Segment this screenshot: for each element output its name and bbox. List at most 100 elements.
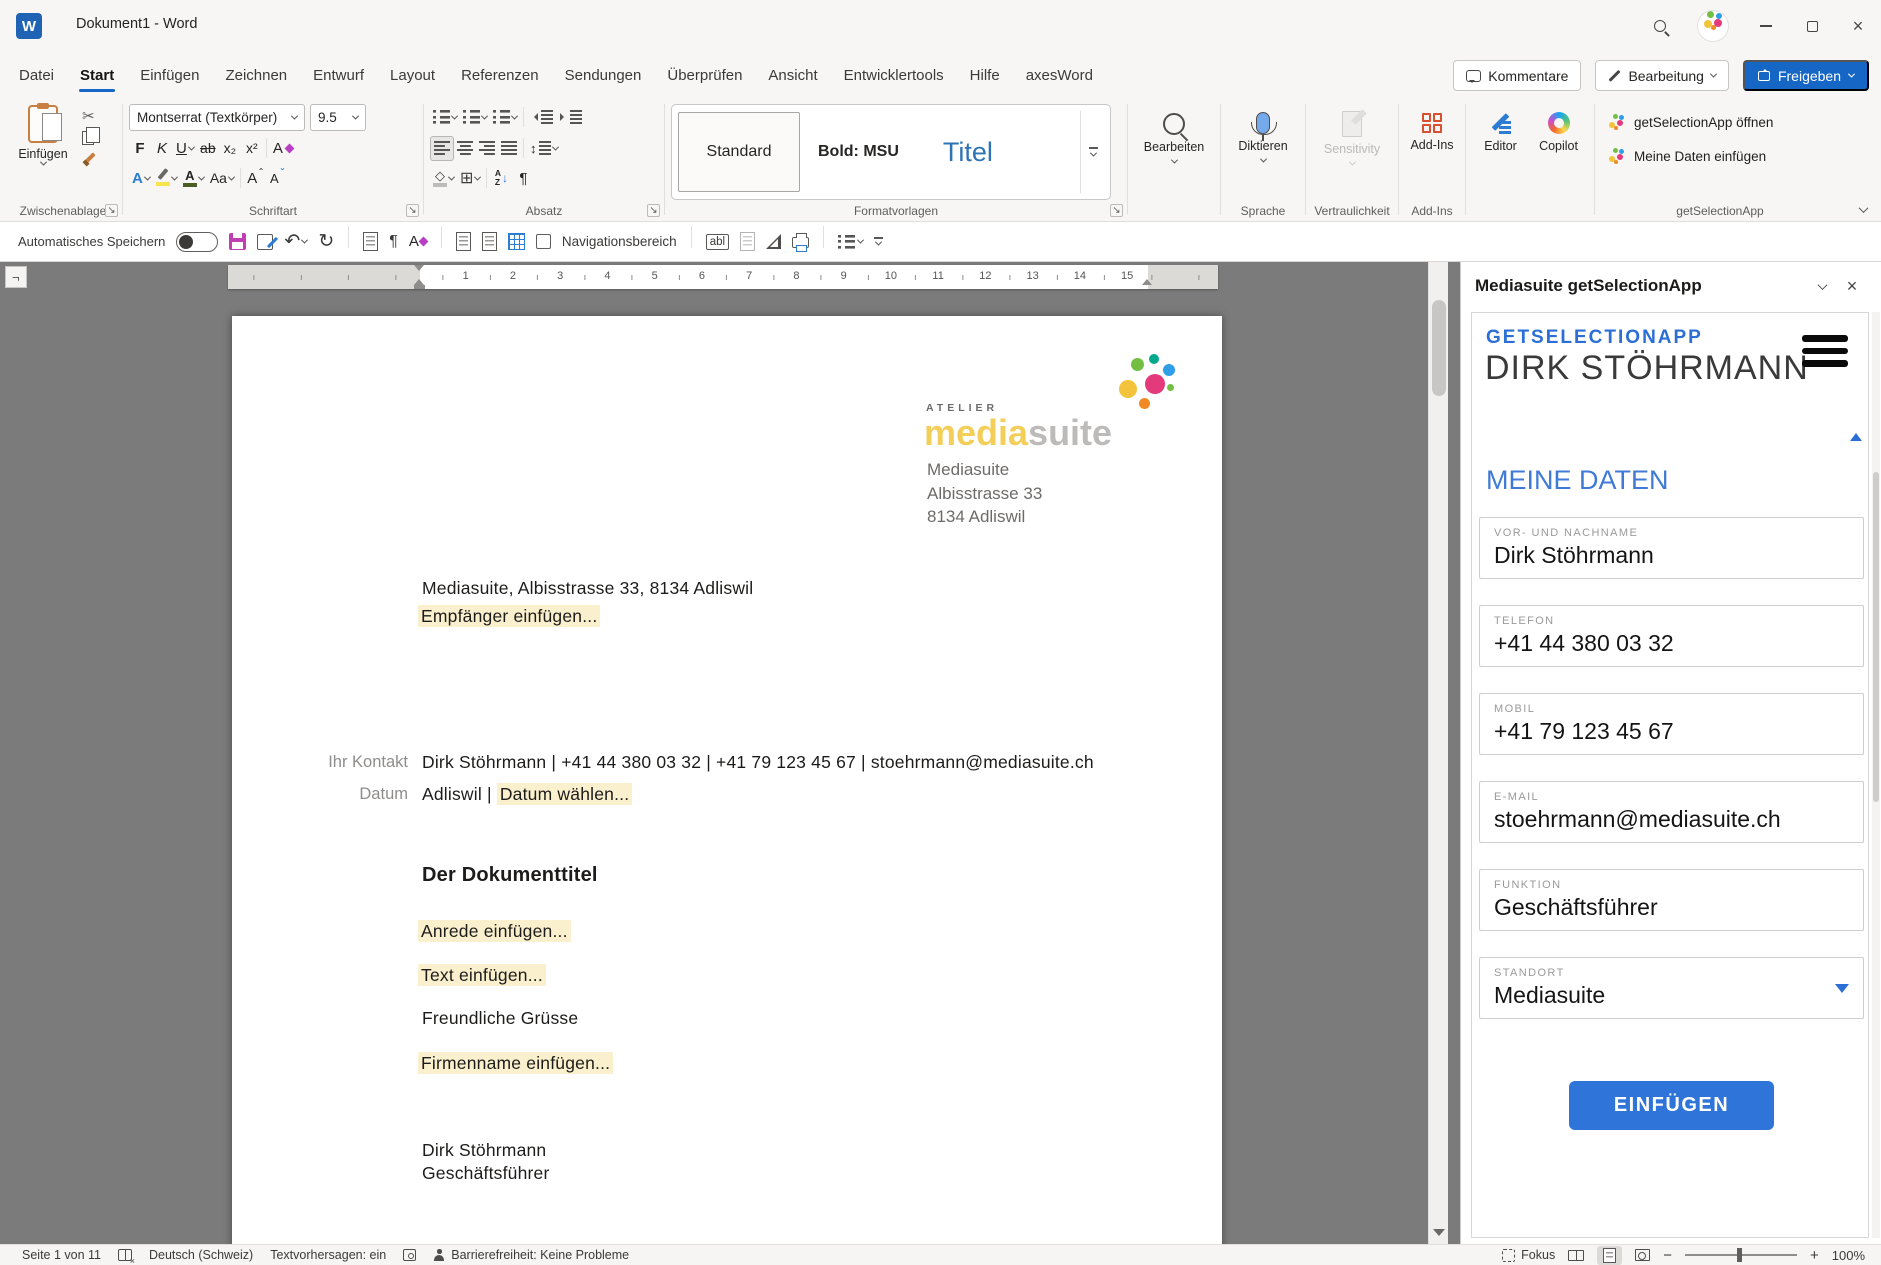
pilcrow-button[interactable]: ¶ [389,234,398,250]
date-line[interactable]: Adliswil | Datum wählen... [422,784,632,805]
shading-button[interactable]: ◇ [430,166,457,191]
getselectionapp-open-button[interactable]: getSelectionApp öffnen [1609,107,1839,137]
save-icon[interactable] [229,233,246,250]
editor-button[interactable]: Editor [1472,103,1529,153]
table-grid-icon[interactable] [508,233,525,250]
insert-my-data-button[interactable]: Meine Daten einfügen [1609,141,1839,171]
data-field-card[interactable]: VOR- UND NACHNAME Dirk Stöhrmann [1479,517,1864,579]
web-layout-button[interactable] [1635,1249,1650,1261]
page-settings-icon[interactable] [363,232,378,251]
ribbon-tab[interactable]: Entwurf [300,57,377,94]
list-style-button[interactable] [838,235,863,249]
proofing-icon[interactable] [118,1249,132,1261]
ribbon-tab[interactable]: Layout [377,57,448,94]
zoom-slider[interactable] [1685,1254,1797,1256]
clipboard-dialog-launcher[interactable]: ↘ [105,204,118,217]
accessibility-status[interactable]: Barrierefreiheit: Keine Probleme [433,1248,629,1262]
zoom-out-button[interactable]: − [1663,1247,1672,1264]
align-right-button[interactable] [476,136,498,161]
data-field-card[interactable]: E-MAIL stoehrmann@mediasuite.ch [1479,781,1864,843]
pane-close-button[interactable]: × [1837,276,1867,297]
format-painter-icon[interactable] [82,152,96,166]
scrollbar-thumb[interactable] [1873,472,1879,802]
print-layout-button[interactable] [1597,1246,1622,1265]
underline-button[interactable]: U [173,136,197,161]
grow-font-button[interactable]: Aˆ [244,166,266,191]
read-mode-button[interactable] [1568,1250,1584,1261]
ribbon-tab[interactable]: axesWord [1013,57,1106,94]
macro-recorder-icon[interactable] [403,1249,416,1261]
pane-collapse-button[interactable] [1807,283,1837,290]
dropdown-arrow-icon[interactable] [1835,984,1849,993]
focus-mode-button[interactable]: Fokus [1502,1248,1555,1262]
paste-button[interactable]: Einfügen [10,103,76,166]
data-field-card[interactable]: STANDORT Mediasuite [1479,957,1864,1019]
share-button[interactable]: Freigeben [1743,60,1869,91]
align-center-button[interactable] [454,136,476,161]
zoom-slider-thumb[interactable] [1737,1248,1742,1262]
justify-button[interactable] [498,136,520,161]
ribbon-tab[interactable]: Ansicht [755,57,830,94]
editing-button[interactable]: Bearbeiten [1134,103,1214,164]
document-page[interactable]: ATELIER mediasuite MediasuiteAlbisstrass… [232,316,1222,1244]
data-field-card[interactable]: TELEFON +41 44 380 03 32 [1479,605,1864,667]
style-bold-msu[interactable]: Bold: MSU [800,112,917,192]
language-indicator[interactable]: Deutsch (Schweiz) [149,1248,253,1262]
borders-button[interactable]: ⊞ [457,166,483,191]
menu-icon[interactable] [1802,335,1848,367]
clear-formatting-button[interactable]: A [409,233,427,250]
ribbon-tab[interactable]: Entwicklertools [831,57,957,94]
ribbon-tab[interactable]: Referenzen [448,57,552,94]
ribbon-tab[interactable]: Hilfe [957,57,1013,94]
salutation-placeholder[interactable]: Anrede einfügen... [418,921,571,942]
body-placeholder[interactable]: Text einfügen... [418,965,546,986]
account-avatar[interactable] [1697,10,1729,42]
ribbon-tab[interactable]: Sendungen [552,57,655,94]
first-line-indent-marker[interactable] [414,265,424,271]
font-size-select[interactable]: 9.5 [310,104,366,131]
copy-icon[interactable] [82,131,94,145]
data-field-card[interactable]: MOBIL +41 79 123 45 67 [1479,693,1864,755]
document-scrollbar[interactable] [1428,262,1448,1244]
redo-button[interactable]: ↻ [318,232,334,251]
zoom-level[interactable]: 100% [1832,1248,1865,1263]
numbered-list-button[interactable] [460,105,490,130]
subscript-button[interactable]: x₂ [219,136,241,161]
strikethrough-button[interactable]: ab [197,136,219,161]
text-predictions[interactable]: Textvorhersagen: ein [270,1248,386,1262]
bullet-list-button[interactable] [430,105,460,130]
hanging-indent-marker[interactable] [414,279,424,285]
cut-icon[interactable]: ✂ [82,109,96,124]
search-button[interactable] [1637,0,1683,52]
two-column-view-icon[interactable] [482,232,497,251]
maximize-button[interactable] [1789,0,1835,52]
toolbar-overflow-button[interactable] [874,237,883,246]
autosave-toggle[interactable] [176,232,218,252]
data-field-card[interactable]: FUNKTION Geschäftsführer [1479,869,1864,931]
scroll-down-arrow[interactable] [1433,1229,1445,1236]
single-column-view-icon[interactable] [456,232,471,251]
scrollbar-thumb[interactable] [1432,300,1446,396]
right-indent-marker[interactable] [1142,279,1152,285]
set-square-icon[interactable] [766,234,781,249]
styles-dialog-launcher[interactable]: ↘ [1110,204,1123,217]
save-as-icon[interactable] [257,234,273,250]
shrink-font-button[interactable]: Aˇ [266,166,288,191]
pane-scrollbar[interactable] [1872,312,1880,1238]
style-titel[interactable]: Titel [917,112,1019,192]
decrease-indent-button[interactable] [527,105,556,130]
clear-formatting-button[interactable]: A [270,136,296,161]
tab-selector[interactable]: ⌐ [5,266,27,288]
italic-button[interactable]: K [151,136,173,161]
print-preview-icon[interactable] [792,237,809,248]
insert-button[interactable]: EINFÜGEN [1569,1081,1774,1130]
styles-gallery-more-button[interactable] [1080,111,1106,193]
superscript-button[interactable]: x² [241,136,263,161]
word-app-icon[interactable]: W [16,13,42,39]
zoom-in-button[interactable]: + [1810,1247,1819,1264]
bold-button[interactable]: F [129,136,151,161]
text-effects-button[interactable]: A [129,166,153,191]
comments-button[interactable]: Kommentare [1453,60,1581,91]
sort-button[interactable]: AZ↓ [490,166,512,191]
copilot-button[interactable]: Copilot [1529,103,1588,153]
